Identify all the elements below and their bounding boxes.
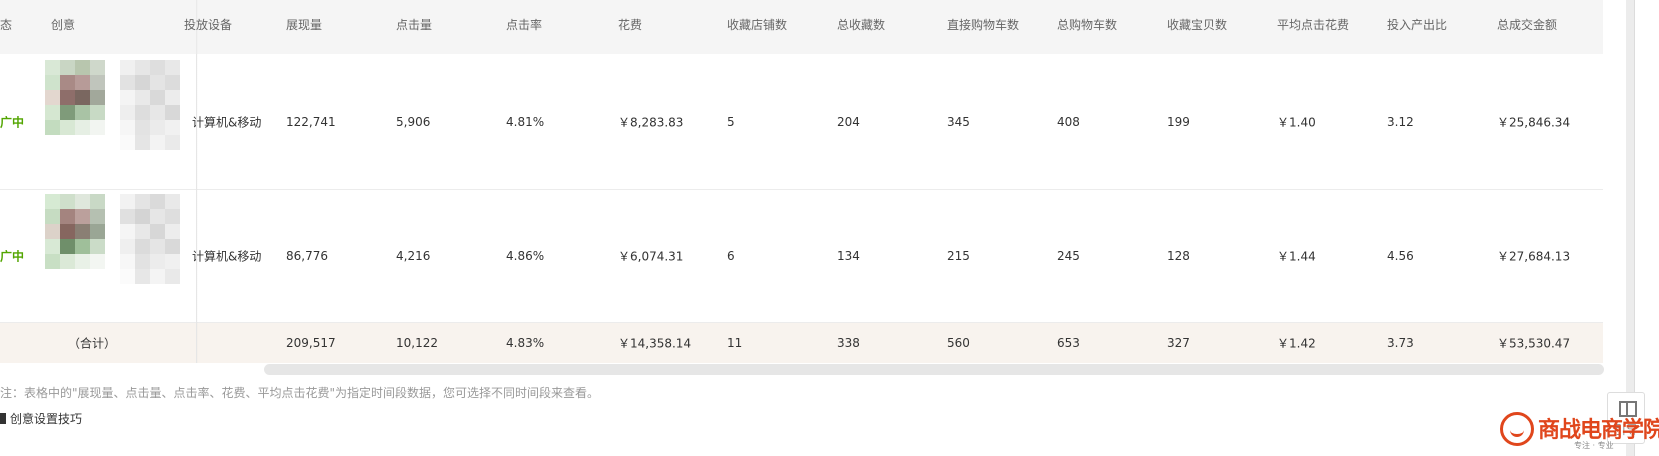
total-shop-favorites: 11 [727,336,743,350]
vertical-scrollbar-edge [1634,0,1635,456]
item-favorites-cell: 199 [1167,114,1190,129]
col-roi[interactable]: 投入产出比 [1387,0,1447,54]
total-favorites-cell: 204 [837,114,860,129]
watermark-logo: 商战电商学院 专注 · 专业 [1500,408,1659,454]
col-total-sales[interactable]: 总成交金额 [1497,0,1557,54]
col-cost[interactable]: 花费 [618,0,642,54]
col-device[interactable]: 投放设备 [184,0,232,54]
total-roi: 3.73 [1387,336,1414,350]
total-total-favorites: 338 [837,336,860,350]
total-avg-cpc: ￥1.42 [1277,336,1316,351]
col-item-favorites[interactable]: 收藏宝贝数 [1167,0,1227,54]
creative-thumbnail[interactable] [45,194,185,289]
clicks-cell: 5,906 [396,114,431,129]
creative-thumbnail[interactable] [45,60,185,155]
col-avg-cpc[interactable]: 平均点击花费 [1277,0,1349,54]
horizontal-scrollbar-thumb[interactable] [264,364,1604,375]
cost-cell: ￥8,283.83 [618,115,684,129]
total-cart-cell: 408 [1057,114,1080,129]
total-sales-cell: ￥25,846.34 [1497,115,1571,129]
total-direct-cart: 560 [947,336,970,350]
status-badge: 推广中 [0,115,25,129]
col-clicks[interactable]: 点击量 [396,0,432,54]
fixed-column-divider [196,54,197,363]
play-icon [0,413,6,424]
direct-cart-cell: 215 [947,249,970,263]
totals-label: （合计） [68,336,117,351]
total-sales-cell: ￥27,684.13 [1497,249,1571,264]
table-row: 推广中 计算机&移动 86,776 4,216 4.86% ￥6,074.31 … [0,190,1603,323]
status-badge: 推广中 [0,249,25,264]
col-total-cart[interactable]: 总购物车数 [1057,0,1117,54]
total-cost: ￥14,358.14 [618,336,692,351]
total-clicks: 10,122 [396,336,438,350]
ctr-cell: 4.81% [506,114,545,129]
total-impressions: 209,517 [286,336,336,350]
device-cell: 计算机&移动 [192,115,262,129]
totals-row: （合计） 209,517 10,122 4.83% ￥14,358.14 11 … [0,323,1603,363]
report-table: 状态 创意 投放设备 展现量 点击量 点击率 花费 收藏店铺数 总收藏数 直接购… [0,0,1603,366]
shop-favorites-cell: 6 [727,249,735,263]
table-header: 状态 创意 投放设备 展现量 点击量 点击率 花费 收藏店铺数 总收藏数 直接购… [0,0,1603,55]
direct-cart-cell: 345 [947,114,970,129]
total-item-favorites: 327 [1167,336,1190,350]
impressions-cell: 86,776 [286,249,328,263]
device-cell: 计算机&移动 [192,249,262,264]
total-cart-cell: 245 [1057,249,1080,263]
footer-note: 注：表格中的"展现量、点击量、点击率、花费、平均点击花费"为指定时间段数据，您可… [0,386,600,400]
impressions-cell: 122,741 [286,114,336,129]
total-ctr: 4.83% [506,336,545,350]
col-status[interactable]: 状态 [0,0,12,54]
tips-link-label: 创意设置技巧 [10,412,83,426]
col-direct-cart[interactable]: 直接购物车数 [947,0,1019,54]
total-favorites-cell: 134 [837,249,860,263]
cost-cell: ￥6,074.31 [618,249,684,264]
logo-emblem-icon [1500,412,1534,446]
shop-favorites-cell: 5 [727,114,735,129]
total-total-sales: ￥53,530.47 [1497,336,1571,351]
table-row: 推广中 计算机&移动 122,741 5,906 4.81% ￥8,283.83… [0,54,1603,190]
col-shop-favorites[interactable]: 收藏店铺数 [727,0,787,54]
clicks-cell: 4,216 [396,249,431,263]
col-total-favorites[interactable]: 总收藏数 [837,0,885,54]
col-ctr[interactable]: 点击率 [506,0,542,54]
col-creative[interactable]: 创意 [51,0,75,54]
logo-subtitle: 专注 · 专业 [1574,441,1614,450]
col-impressions[interactable]: 展现量 [286,0,322,54]
roi-cell: 3.12 [1387,114,1414,129]
roi-cell: 4.56 [1387,249,1414,263]
ctr-cell: 4.86% [506,249,545,263]
total-total-cart: 653 [1057,336,1080,350]
tips-link[interactable]: 创意设置技巧 [0,410,82,427]
item-favorites-cell: 128 [1167,249,1190,263]
vertical-scrollbar[interactable] [1626,0,1634,456]
avg-cpc-cell: ￥1.44 [1277,249,1316,264]
avg-cpc-cell: ￥1.40 [1277,115,1316,129]
